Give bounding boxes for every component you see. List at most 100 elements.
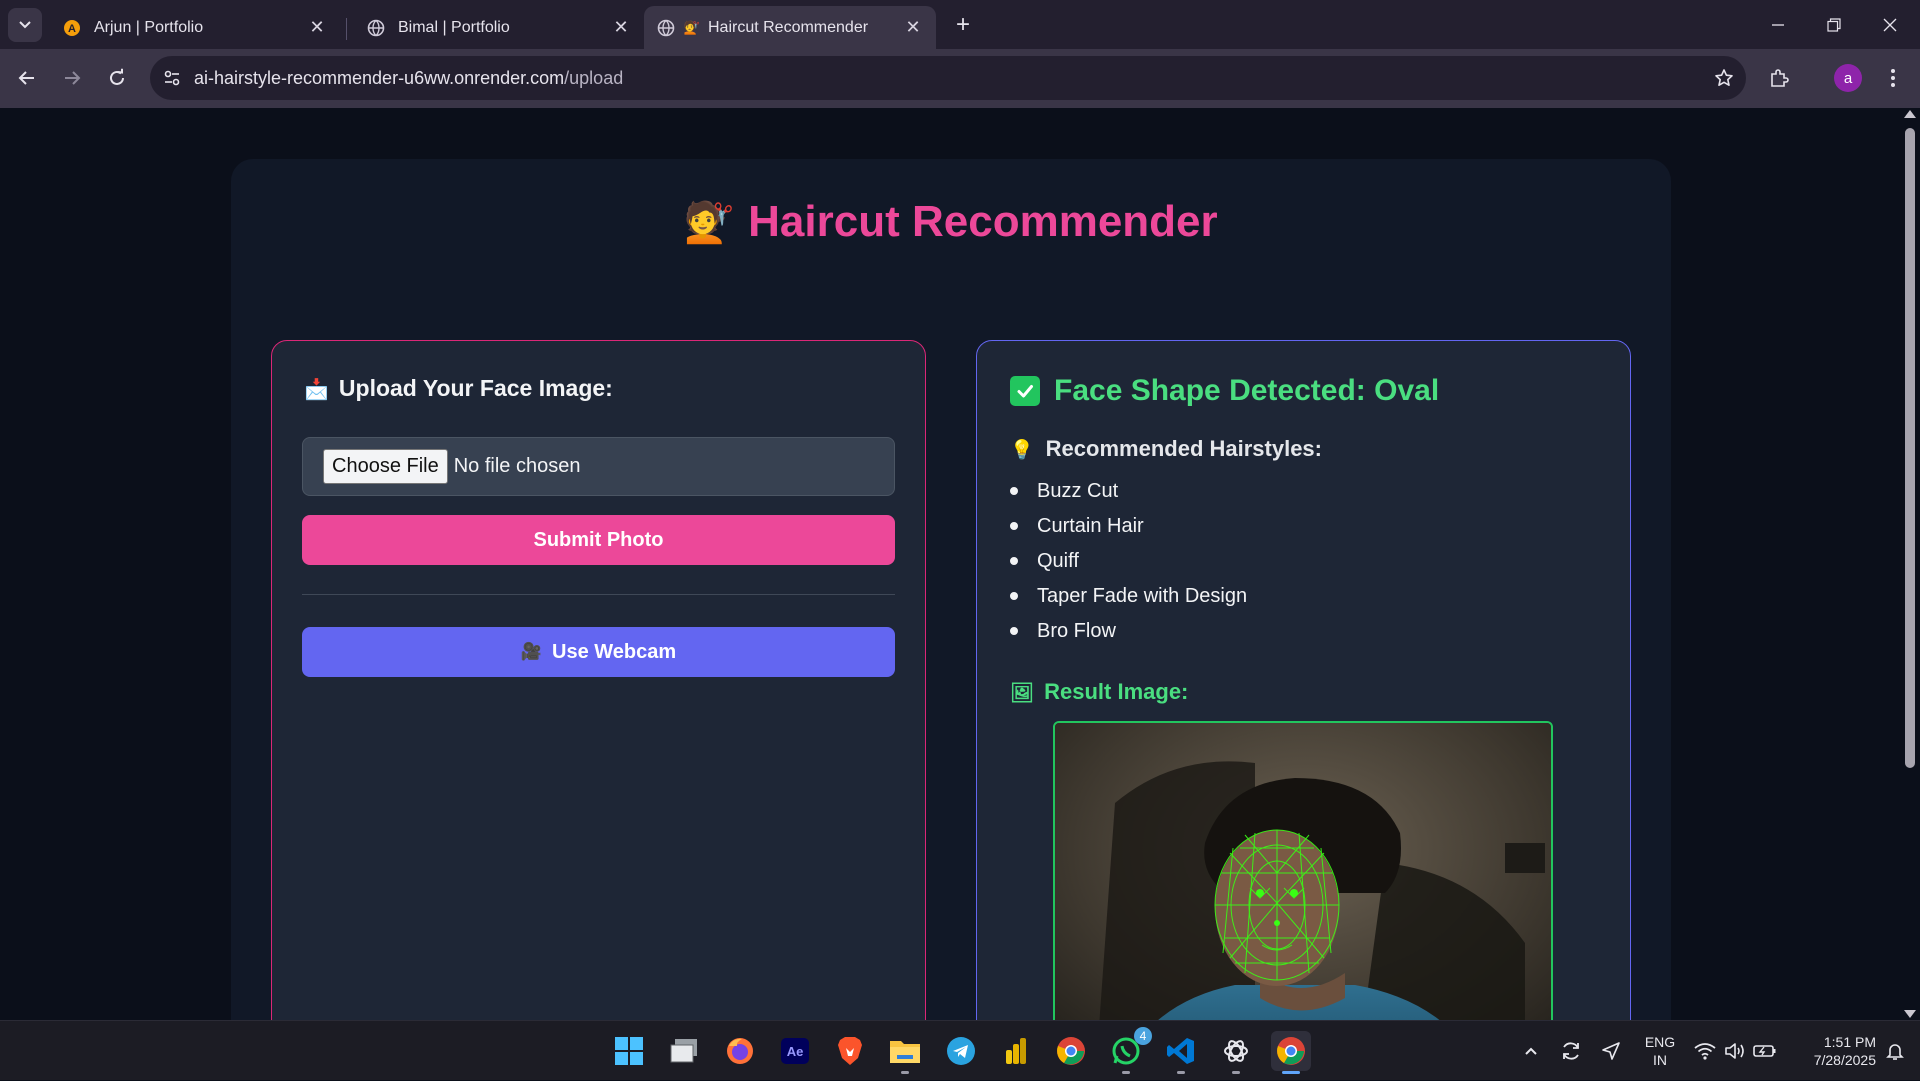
notifications-button[interactable] xyxy=(1880,1021,1910,1081)
power-bi-icon xyxy=(1006,1038,1026,1064)
face-shape-text: Face Shape Detected: Oval xyxy=(1054,374,1440,407)
framed-picture-icon: 🖼 xyxy=(1010,683,1035,704)
check-mark-icon xyxy=(1010,376,1040,406)
arrow-left-icon xyxy=(18,71,34,85)
profile-avatar[interactable]: a xyxy=(1834,64,1862,92)
puzzle-icon xyxy=(1771,69,1789,87)
running-indicator xyxy=(901,1071,909,1074)
upload-heading-text: Upload Your Face Image: xyxy=(338,375,613,401)
language-code: ENG xyxy=(1644,1034,1676,1050)
task-view-button[interactable] xyxy=(664,1031,704,1071)
tab-search-button[interactable] xyxy=(8,8,42,42)
chrome-icon xyxy=(1057,1037,1085,1065)
brave-button[interactable] xyxy=(830,1031,870,1071)
after-effects-icon: Ae xyxy=(781,1038,809,1064)
whatsapp-button[interactable]: 4 xyxy=(1106,1027,1152,1074)
windows-logo-icon xyxy=(615,1037,643,1065)
close-tab-icon[interactable]: ✕ xyxy=(902,17,924,39)
video-camera-icon: 🎥 xyxy=(520,642,543,661)
running-indicator xyxy=(1232,1071,1240,1074)
browser-menu-button[interactable] xyxy=(1876,61,1910,95)
result-image-heading: 🖼 Result Image: xyxy=(1010,679,1188,705)
reload-icon xyxy=(110,68,124,85)
chatgpt-icon xyxy=(1224,1040,1248,1062)
folder-icon xyxy=(890,1041,920,1063)
submit-photo-button[interactable]: Submit Photo xyxy=(302,515,895,565)
svg-text:Ae: Ae xyxy=(787,1044,804,1059)
firefox-button[interactable] xyxy=(720,1031,760,1071)
wifi-tray-button[interactable] xyxy=(1690,1021,1720,1081)
face-mesh-photo xyxy=(1055,723,1551,1020)
result-card: Face Shape Detected: Oval 💡 Recommended H… xyxy=(976,340,1631,1020)
close-tab-icon[interactable]: ✕ xyxy=(610,17,632,39)
telegram-button[interactable] xyxy=(941,1031,981,1071)
show-hidden-icons-button[interactable] xyxy=(1516,1021,1546,1081)
language-indicator[interactable]: ENG IN xyxy=(1640,1033,1680,1069)
sync-icon xyxy=(1563,1042,1579,1060)
task-view-icon xyxy=(670,1039,697,1063)
tab-title: Arjun | Portfolio xyxy=(94,18,204,36)
clock[interactable]: 1:51 PM 7/28/2025 xyxy=(1786,1033,1876,1069)
face-shape-heading: Face Shape Detected: Oval xyxy=(1010,374,1439,408)
minimize-icon xyxy=(1772,23,1784,26)
arjun-favicon-icon: A xyxy=(62,18,82,38)
sync-tray-button[interactable] xyxy=(1556,1021,1586,1081)
tab-haircut-recommender[interactable]: 💇 Haircut Recommender ✕ xyxy=(644,6,936,49)
back-button[interactable] xyxy=(10,61,44,95)
address-bar[interactable]: ai-hairstyle-recommender-u6ww.onrender.c… xyxy=(150,56,1746,100)
globe-icon xyxy=(366,18,386,38)
date-text: 7/28/2025 xyxy=(1813,1052,1876,1068)
after-effects-button[interactable]: Ae xyxy=(775,1031,815,1071)
hairstyle-list: Buzz Cut Curtain Hair Quiff Taper Fade w… xyxy=(1010,478,1247,653)
vscode-icon xyxy=(1167,1038,1194,1064)
close-tab-icon[interactable]: ✕ xyxy=(306,17,328,39)
restore-button[interactable] xyxy=(1806,0,1862,49)
speaker-icon xyxy=(1725,1043,1744,1059)
svg-text:A: A xyxy=(68,23,76,35)
start-button[interactable] xyxy=(609,1031,649,1071)
file-explorer-button[interactable] xyxy=(885,1031,925,1074)
scroll-up-arrow-icon[interactable] xyxy=(1904,110,1916,118)
close-icon xyxy=(1883,18,1897,31)
volume-tray-button[interactable] xyxy=(1720,1021,1750,1081)
url-text: ai-hairstyle-recommender-u6ww.onrender.c… xyxy=(194,68,1702,89)
time-text: 1:51 PM xyxy=(1823,1034,1876,1050)
scrollbar-thumb[interactable] xyxy=(1905,128,1915,768)
inbox-tray-icon: 📩 xyxy=(304,379,329,401)
chatgpt-button[interactable] xyxy=(1216,1031,1256,1074)
site-info-icon[interactable] xyxy=(150,56,194,100)
chrome-icon xyxy=(1277,1037,1305,1065)
vscode-button[interactable] xyxy=(1161,1031,1201,1074)
haircut-favicon-icon: 💇 xyxy=(683,19,701,35)
location-tray-button[interactable] xyxy=(1596,1021,1626,1081)
chrome-button[interactable] xyxy=(1051,1031,1091,1071)
file-input[interactable]: Choose File No file chosen xyxy=(302,437,895,496)
page-viewport: 💇 Haircut Recommender 📩 Upload Your Face I… xyxy=(0,108,1900,1020)
bookmark-star-icon[interactable] xyxy=(1702,56,1746,100)
forward-button[interactable] xyxy=(55,61,89,95)
chrome-active-button[interactable] xyxy=(1271,1031,1311,1074)
upload-heading: 📩 Upload Your Face Image: xyxy=(304,375,613,402)
minimize-button[interactable] xyxy=(1750,0,1806,49)
use-webcam-label: Use Webcam xyxy=(552,640,677,663)
region-code: IN xyxy=(1653,1052,1667,1068)
reload-button[interactable] xyxy=(100,61,134,95)
globe-icon xyxy=(656,18,676,38)
bell-icon xyxy=(1886,1044,1904,1060)
tab-bimal-portfolio[interactable]: Bimal | Portfolio ✕ xyxy=(354,6,644,49)
brave-lion-icon xyxy=(838,1037,862,1065)
tab-title: Bimal | Portfolio xyxy=(398,18,510,36)
scroll-down-arrow-icon[interactable] xyxy=(1904,1010,1916,1018)
choose-file-button[interactable]: Choose File xyxy=(323,449,448,484)
new-tab-button[interactable]: + xyxy=(948,10,978,40)
page-scrollbar[interactable] xyxy=(1900,108,1920,1020)
tab-arjun-portfolio[interactable]: A Arjun | Portfolio ✕ xyxy=(50,6,340,49)
extensions-button[interactable] xyxy=(1762,61,1796,95)
location-arrow-icon xyxy=(1602,1042,1620,1060)
battery-tray-button[interactable] xyxy=(1750,1021,1780,1081)
telegram-icon xyxy=(947,1037,975,1065)
use-webcam-button[interactable]: 🎥 Use Webcam xyxy=(302,627,895,677)
close-window-button[interactable] xyxy=(1862,0,1918,49)
power-bi-button[interactable] xyxy=(996,1031,1036,1071)
recommended-heading: 💡 Recommended Hairstyles: xyxy=(1010,436,1322,462)
